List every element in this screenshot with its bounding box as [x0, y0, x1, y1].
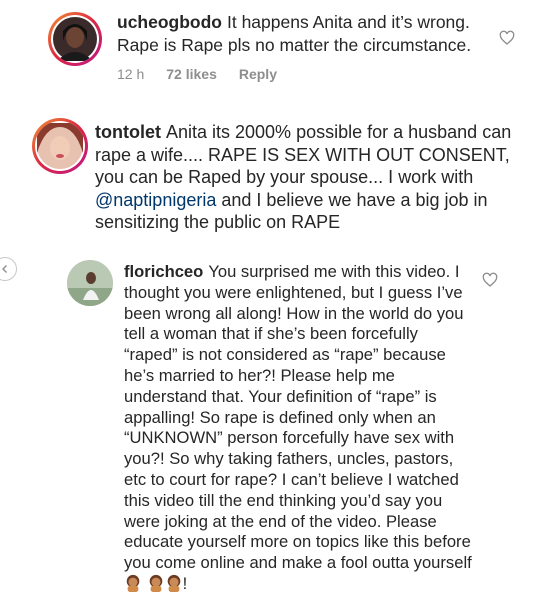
previous-button[interactable] — [0, 257, 17, 281]
comment-text: florichceo You surprised me with this vid… — [124, 262, 474, 595]
mention-link[interactable]: @naptipnigeria — [95, 190, 216, 210]
avatar[interactable] — [51, 15, 99, 63]
username[interactable]: ucheogbodo — [117, 12, 222, 32]
username[interactable]: tontolet — [95, 122, 161, 142]
comment-text: ucheogbodo It happens Anita and it’s wron… — [117, 11, 497, 56]
avatar[interactable] — [35, 121, 85, 171]
likes-count[interactable]: 72 likes — [166, 66, 217, 82]
username[interactable]: florichceo — [124, 262, 203, 281]
person-facepalming-emoji — [126, 574, 140, 592]
heart-icon[interactable] — [482, 272, 498, 288]
comment-meta: 12 h 72 likes Reply — [117, 66, 277, 82]
avatar[interactable] — [67, 260, 113, 306]
timestamp: 12 h — [117, 66, 145, 82]
person-facepalming-emoji — [167, 574, 180, 592]
person-facepalming-emoji — [149, 574, 162, 592]
comment-body: You surprised me with this video. I thou… — [124, 262, 472, 573]
comment-end: ! — [182, 573, 188, 593]
heart-icon[interactable] — [499, 30, 515, 46]
comment-text: tontolet Anita its 2000% possible for a h… — [95, 121, 520, 234]
reply-button[interactable]: Reply — [239, 66, 277, 82]
chevron-left-icon — [2, 265, 7, 273]
